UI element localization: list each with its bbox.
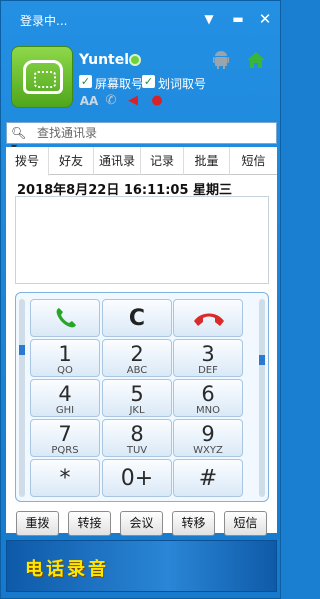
key-2[interactable]: 2 ABC xyxy=(102,339,172,377)
main-panel: 拨号 好友 通讯录 记录 批量 短信 2018年8月22日 16:11:05 星… xyxy=(6,147,277,536)
close-button[interactable]: ✕ xyxy=(256,10,274,28)
sms-button[interactable]: 短信 xyxy=(224,511,267,536)
word-capture-checkbox[interactable]: 划词取号 xyxy=(142,75,206,91)
tab-records[interactable]: 记录 xyxy=(141,147,184,175)
key-9[interactable]: 9 WXYZ xyxy=(173,419,243,457)
forward-button[interactable]: 转移 xyxy=(172,511,215,536)
conference-button[interactable]: 会议 xyxy=(120,511,163,536)
tab-sms[interactable]: 短信 xyxy=(230,147,277,175)
avatar[interactable] xyxy=(11,46,73,108)
key-8[interactable]: 8 TUV xyxy=(102,419,172,457)
online-status-icon xyxy=(129,54,141,66)
clear-label: C xyxy=(128,306,146,331)
call-button[interactable] xyxy=(30,299,100,337)
key-6[interactable]: 6 MNO xyxy=(173,379,243,417)
minimize-button[interactable]: ▬ xyxy=(229,10,247,28)
dial-number-field[interactable] xyxy=(15,196,269,284)
hangup-icon xyxy=(194,313,224,326)
call-icon xyxy=(56,308,76,328)
tab-dial[interactable]: 拨号 xyxy=(6,147,49,176)
title-bar: 登录中... ▼ ▬ ✕ xyxy=(1,1,280,39)
clear-button[interactable]: C xyxy=(102,299,172,337)
right-slider-handle[interactable] xyxy=(259,355,265,365)
username: Yuntel xyxy=(79,52,130,68)
search-box[interactable]: 🔍︎▾ xyxy=(6,122,277,154)
app-window: 登录中... ▼ ▬ ✕ Yuntel 屏幕取号 划词取号 AA ✆ ◀ ● 🔍… xyxy=(0,0,281,599)
promo-banner[interactable]: 电话录音 xyxy=(6,540,277,592)
key-hash[interactable]: # xyxy=(173,459,243,497)
keypad: C 1 QO 2 ABC 3 DEF 4 GHI 5 JKL 6 MNO 7 PQRS 8 TU… xyxy=(15,292,269,502)
search-icon[interactable]: 🔍︎▾ xyxy=(11,126,31,154)
window-title: 登录中... xyxy=(20,14,68,28)
redial-button[interactable]: 重拨 xyxy=(16,511,59,536)
mic-mute-icon[interactable]: ● xyxy=(149,93,165,109)
left-slider-handle[interactable] xyxy=(19,345,25,355)
hangup-button[interactable] xyxy=(173,299,243,337)
transfer-button[interactable]: 转接 xyxy=(68,511,111,536)
key-3[interactable]: 3 DEF xyxy=(173,339,243,377)
screen-capture-checkbox[interactable]: 屏幕取号 xyxy=(79,75,143,91)
search-input[interactable] xyxy=(37,124,273,142)
android-icon[interactable] xyxy=(213,51,229,69)
banner-text: 电话录音 xyxy=(25,559,109,580)
phone-logo-icon xyxy=(23,60,63,94)
home-icon[interactable] xyxy=(246,51,266,69)
key-5[interactable]: 5 JKL xyxy=(102,379,172,417)
key-1[interactable]: 1 QO xyxy=(30,339,100,377)
tab-friends[interactable]: 好友 xyxy=(49,147,94,175)
aa-icon[interactable]: AA xyxy=(79,93,99,109)
tab-bar: 拨号 好友 通讯录 记录 批量 短信 xyxy=(6,147,277,176)
key-0[interactable]: 0+ xyxy=(102,459,172,497)
tab-contacts[interactable]: 通讯录 xyxy=(94,147,141,175)
right-slider[interactable] xyxy=(259,299,265,497)
key-7[interactable]: 7 PQRS xyxy=(30,419,100,457)
menu-dropdown-icon[interactable]: ▼ xyxy=(200,10,218,28)
left-slider[interactable] xyxy=(19,299,25,497)
phone-icon[interactable]: ✆ xyxy=(103,93,119,109)
tab-batch[interactable]: 批量 xyxy=(184,147,230,175)
key-4[interactable]: 4 GHI xyxy=(30,379,100,417)
key-star[interactable]: * xyxy=(30,459,100,497)
speaker-mute-icon[interactable]: ◀ xyxy=(125,93,141,109)
